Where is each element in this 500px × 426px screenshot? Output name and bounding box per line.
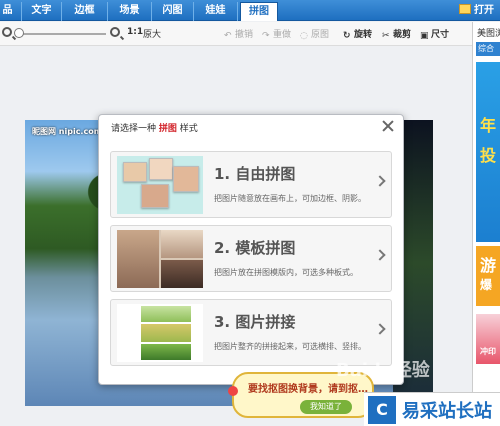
thumb-photo: [161, 230, 203, 258]
thumb-photo: [141, 344, 191, 360]
option-title: 2. 模板拼图: [214, 239, 296, 257]
dialog-title-highlight: 拼图: [158, 124, 177, 134]
site-logo: C 易采站长站: [364, 392, 500, 426]
close-icon[interactable]: [381, 119, 395, 133]
ad-text-3: 游: [480, 256, 497, 275]
chevron-right-icon: [374, 249, 386, 261]
restore-icon: ◌: [300, 31, 308, 41]
tab-collage[interactable]: 拼图: [240, 2, 278, 21]
zoom-slider-knob[interactable]: [14, 28, 24, 38]
tip-text: 要找抠图换背景，请到抠…: [248, 384, 368, 395]
original-size-button[interactable]: 原大: [143, 27, 161, 40]
tab-text[interactable]: 文字: [22, 2, 62, 21]
thumb-photo: [141, 306, 191, 322]
tab-doll[interactable]: 娃娃: [194, 2, 238, 21]
redo-label: 重做: [273, 30, 292, 40]
main-tab-bar: 品 文字 边框 场景 闪图 娃娃 拼图 打开: [0, 0, 500, 21]
restore-button[interactable]: ◌ 原图: [300, 27, 330, 41]
dialog-title-prefix: 请选择一种: [111, 124, 157, 134]
undo-button[interactable]: ↶ 撤销: [224, 27, 254, 41]
toolbar: 1:1 原大 ↶ 撤销 ↷ 重做 ◌ 原图 ↻ 旋转 ✂ 裁剪 ▣ 尺寸: [0, 22, 472, 46]
photo-watermark: 昵图网 nipic.com: [32, 127, 103, 136]
crop-button[interactable]: ✂ 裁剪: [382, 27, 412, 41]
resize-button[interactable]: ▣ 尺寸: [420, 27, 450, 41]
option-template-collage[interactable]: 2. 模板拼图 把图片放在拼图模版内，可选多种板式。: [110, 225, 392, 292]
tab-border[interactable]: 边框: [62, 2, 108, 21]
rotate-label: 旋转: [354, 30, 373, 40]
option-description: 把图片整齐的拼接起来，可选横排、竖排。: [214, 342, 366, 351]
option-description: 把图片放在拼图模版内，可选多种板式。: [214, 268, 358, 277]
tab-scene[interactable]: 场景: [108, 2, 152, 21]
open-button[interactable]: 打开: [459, 3, 494, 18]
thumb-photo: [161, 260, 203, 288]
redo-icon: ↷: [262, 31, 270, 41]
ad-text-5: 冲印: [480, 347, 496, 356]
ad-text-4: 爆: [480, 278, 493, 292]
ad-label: 美图浏: [477, 29, 500, 39]
rotate-icon: ↻: [343, 31, 351, 41]
resize-icon: ▣: [420, 31, 429, 41]
thumb-photo: [141, 324, 191, 342]
dialog-title-suffix: 样式: [179, 124, 198, 134]
collage-style-dialog: 请选择一种 拼图 样式 1. 自由拼图 把图片随意放在画布上，可加边框、阴影。 …: [98, 114, 404, 385]
free-collage-thumbnail: [117, 156, 203, 214]
thumb-photo: [117, 230, 159, 288]
zoom-out-icon[interactable]: [2, 27, 12, 37]
scissors-icon: ✂: [382, 31, 390, 41]
baidu-watermark: Baidu经验: [336, 360, 430, 381]
option-description: 把图片随意放在画布上，可加边框、阴影。: [214, 194, 366, 203]
right-ad-panel[interactable]: 美图浏 综合 年 投 游 爆 冲印: [472, 22, 500, 426]
thumb-photo: [123, 162, 147, 182]
tip-dot-icon: [228, 386, 238, 396]
crop-label: 裁剪: [393, 30, 412, 40]
option-free-collage[interactable]: 1. 自由拼图 把图片随意放在画布上，可加边框、阴影。: [110, 151, 392, 218]
chevron-right-icon: [374, 323, 386, 335]
got-it-button[interactable]: 我知道了: [300, 400, 352, 414]
ad-banner-1[interactable]: 年 投: [476, 62, 500, 242]
undo-icon: ↶: [224, 31, 232, 41]
ad-pill[interactable]: 综合: [476, 42, 500, 56]
thumb-photo: [141, 184, 169, 208]
template-collage-thumbnail: [117, 230, 203, 288]
zoom-ratio[interactable]: 1:1: [127, 27, 143, 37]
rotate-button[interactable]: ↻ 旋转: [343, 27, 373, 41]
tab-item[interactable]: 品: [0, 2, 22, 21]
option-title: 1. 自由拼图: [214, 165, 296, 183]
option-title: 3. 图片拼接: [214, 313, 296, 331]
ad-banner-3[interactable]: 冲印: [476, 314, 500, 364]
zoom-in-icon[interactable]: [110, 27, 120, 37]
ad-banner-2[interactable]: 游 爆: [476, 246, 500, 306]
thumb-photo: [173, 166, 199, 192]
undo-label: 撤销: [235, 30, 254, 40]
ad-text-1: 年: [480, 116, 497, 135]
logo-mark-icon: C: [368, 396, 396, 424]
restore-label: 原图: [311, 30, 330, 40]
redo-button[interactable]: ↷ 重做: [262, 27, 292, 41]
chevron-right-icon: [374, 175, 386, 187]
photo-stitch-thumbnail: [117, 304, 203, 362]
thumb-photo: [149, 158, 173, 180]
logo-text: 易采站长站: [402, 401, 492, 422]
dialog-title: 请选择一种 拼图 样式: [111, 121, 198, 134]
folder-icon: [459, 4, 471, 14]
open-label: 打开: [474, 5, 494, 16]
resize-label: 尺寸: [431, 30, 450, 40]
ad-text-2: 投: [480, 146, 497, 165]
tab-flash[interactable]: 闪图: [152, 2, 194, 21]
zoom-slider-track[interactable]: [16, 33, 106, 35]
